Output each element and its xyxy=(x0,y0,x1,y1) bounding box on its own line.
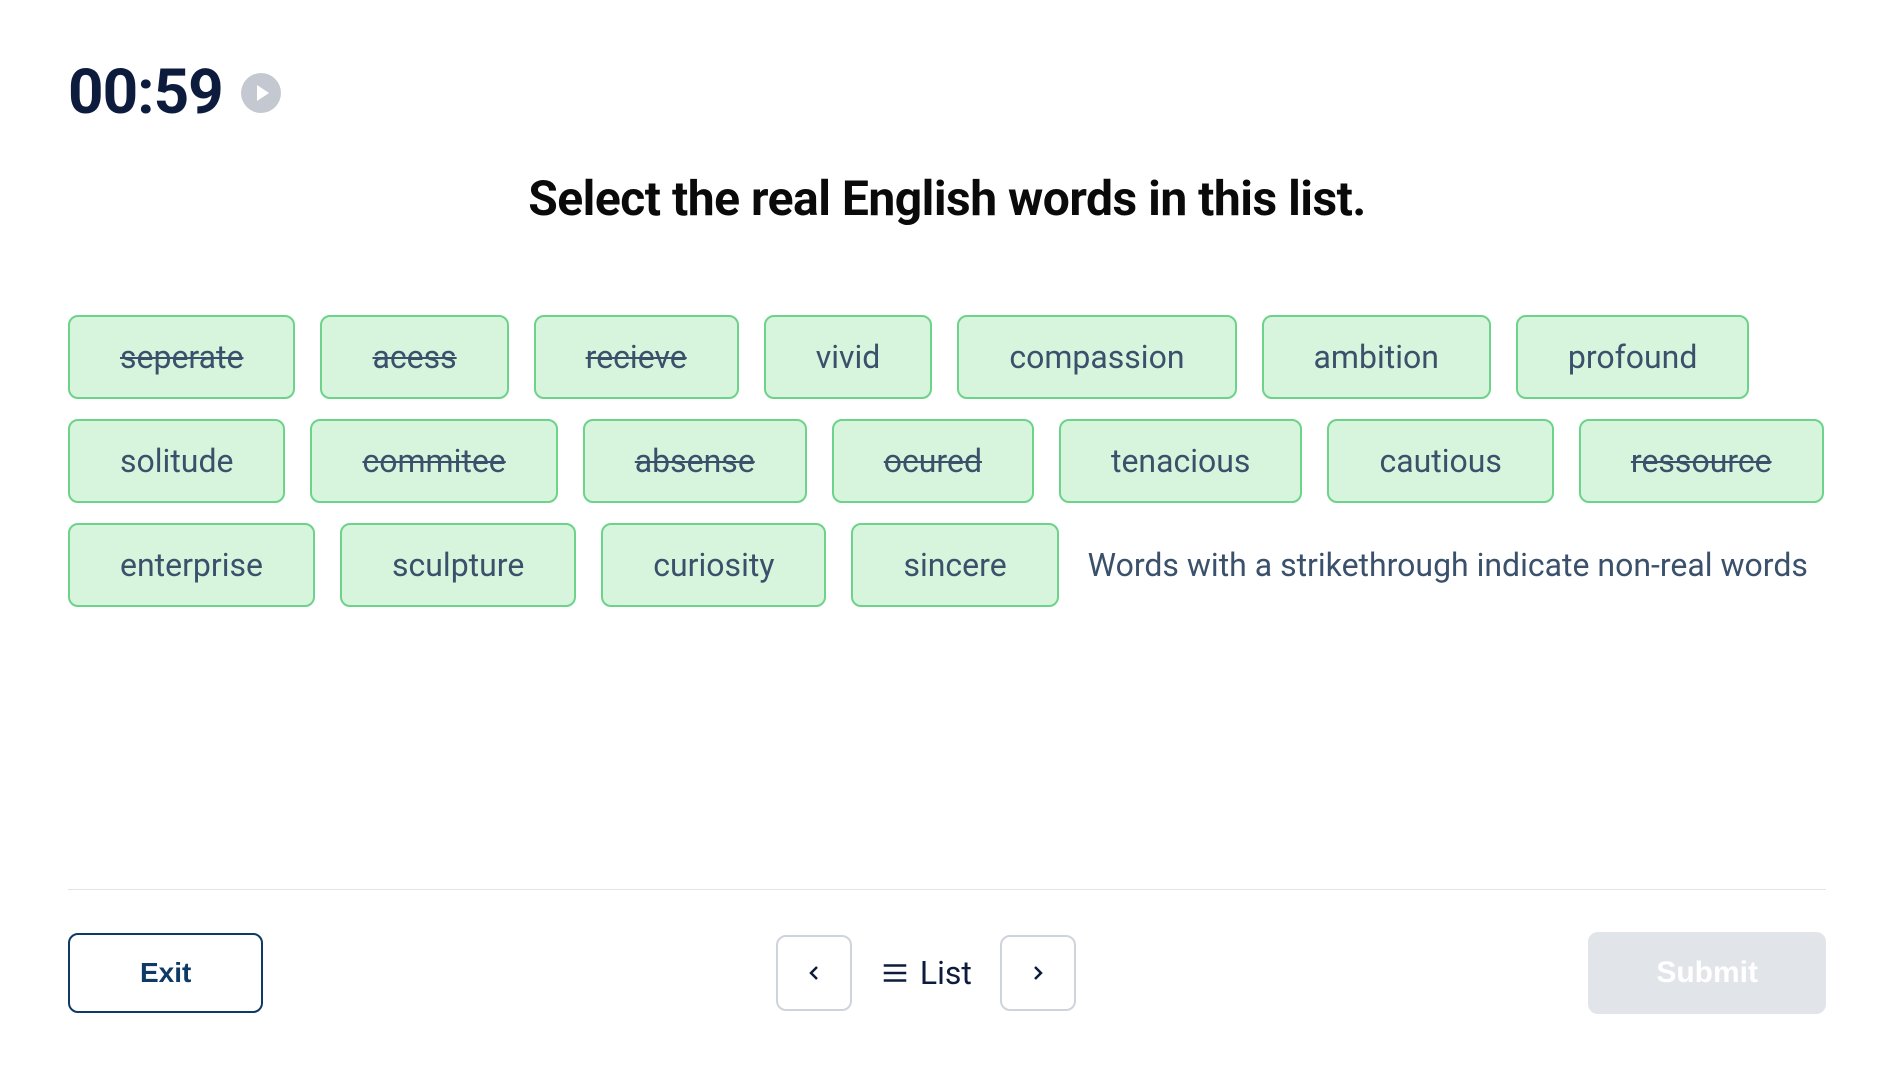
word-chip[interactable]: sculpture xyxy=(340,523,576,607)
prev-button[interactable] xyxy=(776,935,852,1011)
list-label: List xyxy=(920,954,972,992)
word-chip[interactable]: commitee xyxy=(310,419,557,503)
list-button[interactable]: List xyxy=(872,954,980,992)
word-chip[interactable]: vivid xyxy=(764,315,933,399)
instruction-text: Select the real English words in this li… xyxy=(0,170,1894,227)
word-chip[interactable]: ocured xyxy=(832,419,1034,503)
play-icon xyxy=(241,73,281,113)
chevron-right-icon xyxy=(1026,961,1050,985)
word-list: seperate acess recieve vivid compassion ambit… xyxy=(68,315,1826,607)
word-chip[interactable]: ressource xyxy=(1579,419,1824,503)
word-chip[interactable]: compassion xyxy=(957,315,1236,399)
exit-button[interactable]: Exit xyxy=(68,933,263,1013)
nav-center: List xyxy=(776,935,1076,1011)
footer-divider xyxy=(68,889,1826,890)
next-button[interactable] xyxy=(1000,935,1076,1011)
word-chip[interactable]: ambition xyxy=(1262,315,1491,399)
timer-display: 00:59 xyxy=(68,56,223,129)
word-chip[interactable]: absense xyxy=(583,419,807,503)
submit-button[interactable]: Submit xyxy=(1588,932,1826,1014)
word-chip[interactable]: sincere xyxy=(851,523,1058,607)
list-icon xyxy=(880,958,910,988)
play-button[interactable] xyxy=(241,73,281,113)
word-chip[interactable]: profound xyxy=(1516,315,1749,399)
word-chip[interactable]: enterprise xyxy=(68,523,315,607)
hint-text: Words with a strikethrough indicate non-… xyxy=(1088,546,1808,584)
word-chip[interactable]: curiosity xyxy=(601,523,826,607)
word-chip[interactable]: cautious xyxy=(1327,419,1553,503)
word-chip[interactable]: tenacious xyxy=(1059,419,1302,503)
timer-row: 00:59 xyxy=(68,56,281,129)
word-chip[interactable]: acess xyxy=(320,315,508,399)
footer-bar: Exit List Submit xyxy=(68,892,1826,1014)
chevron-left-icon xyxy=(802,961,826,985)
word-chip[interactable]: solitude xyxy=(68,419,285,503)
word-chip[interactable]: recieve xyxy=(534,315,739,399)
word-chip[interactable]: seperate xyxy=(68,315,295,399)
